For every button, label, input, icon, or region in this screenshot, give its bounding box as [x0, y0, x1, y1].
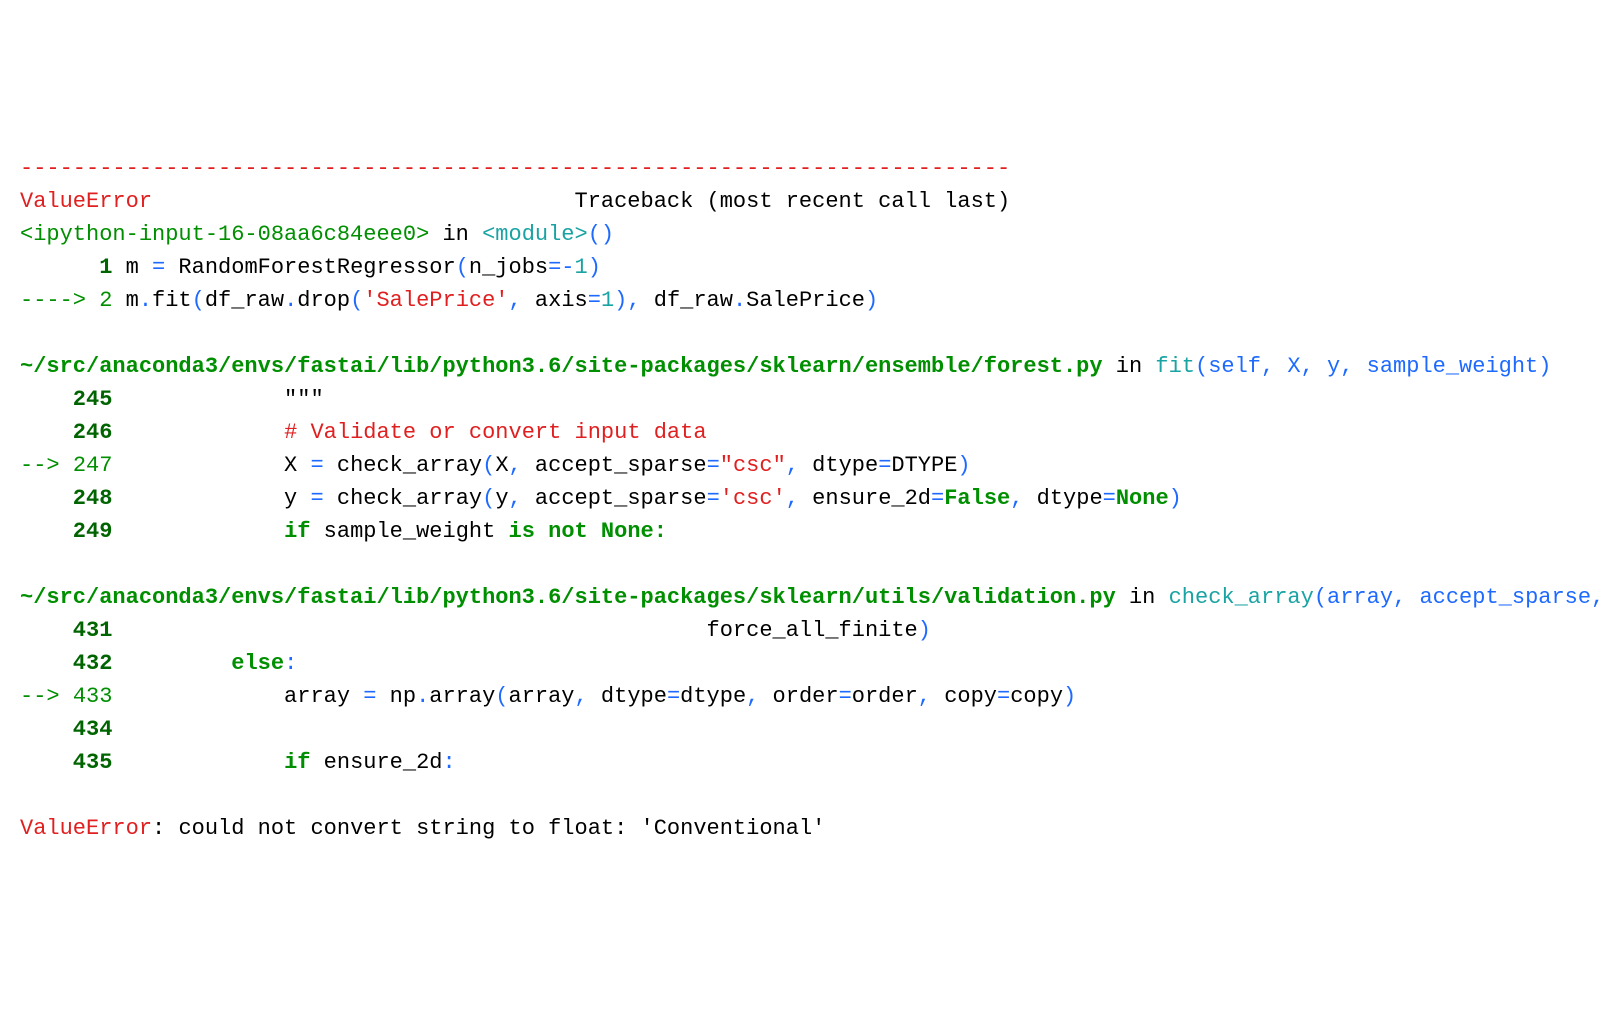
- frame3-func: check_array: [1169, 585, 1314, 610]
- comment: # Validate or convert input data: [284, 420, 706, 445]
- final-error-message: could not convert string to float: 'Conv…: [178, 816, 825, 841]
- frame1-location: <ipython-input-16-08aa6c84eee0>: [20, 222, 429, 247]
- frame2-func: fit: [1155, 354, 1195, 379]
- line-number-431: 431: [20, 618, 126, 643]
- frame2-path: ~/src/anaconda3/envs/fastai/lib/python3.…: [20, 354, 1103, 379]
- line-number-246: 246: [20, 420, 126, 445]
- line-number-435: 435: [20, 750, 126, 775]
- line-number-248: 248: [20, 486, 126, 511]
- frame1-func: <module>: [482, 222, 588, 247]
- line-number-433: 433: [73, 684, 113, 709]
- final-error-name: ValueError: [20, 816, 152, 841]
- arrow-indicator: -->: [20, 684, 73, 709]
- traceback-output: ----------------------------------------…: [20, 152, 1580, 845]
- traceback-header: Traceback (most recent call last): [152, 189, 1010, 214]
- line-number-434: 434: [20, 717, 126, 742]
- frame3-path: ~/src/anaconda3/envs/fastai/lib/python3.…: [20, 585, 1116, 610]
- line-number-249: 249: [20, 519, 126, 544]
- line-number-432: 432: [20, 651, 126, 676]
- error-name: ValueError: [20, 189, 152, 214]
- arrow-indicator: -->: [20, 453, 73, 478]
- separator-line: ----------------------------------------…: [20, 156, 1010, 181]
- line-number-245: 245: [20, 387, 126, 412]
- line-number-247: 247: [73, 453, 113, 478]
- line-number-1: 1: [99, 255, 112, 280]
- arrow-indicator: ----> 2: [20, 288, 112, 313]
